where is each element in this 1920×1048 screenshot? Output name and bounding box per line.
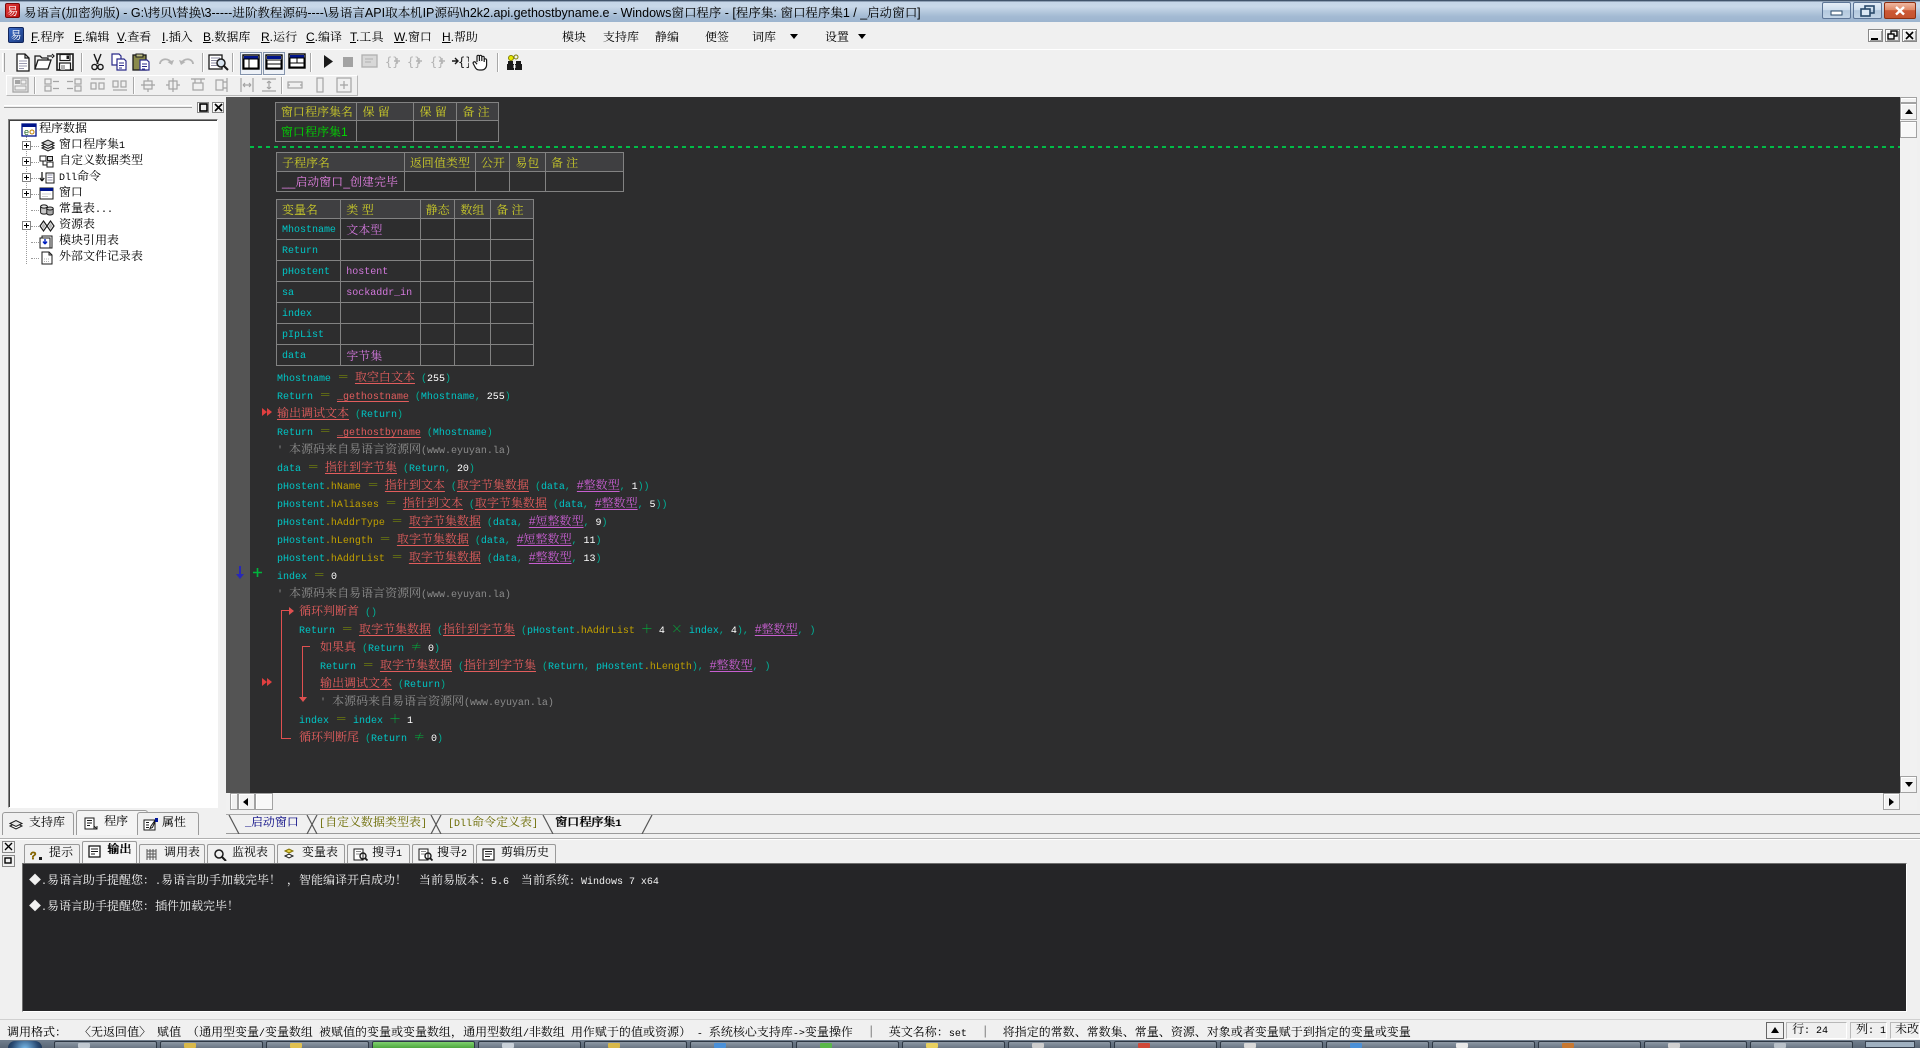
svg-text:?: ? [30,851,37,861]
svg-text:e: e [24,127,29,137]
svg-text:{}: {} [458,55,469,69]
